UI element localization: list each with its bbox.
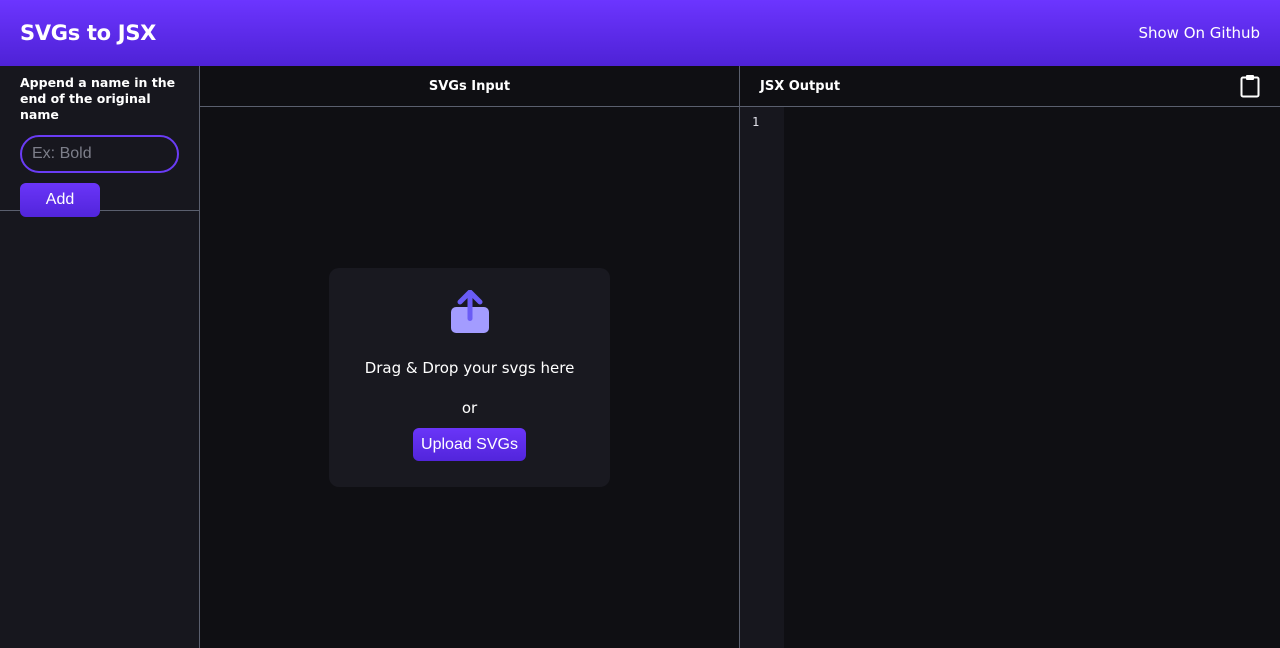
clipboard-icon[interactable] [1240, 74, 1260, 98]
upload-icon [450, 290, 489, 333]
drop-instructions: Drag & Drop your svgs here [364, 359, 575, 377]
sidebar: Append a name in the end of the original… [0, 66, 200, 648]
name-suffix-label: Append a name in the end of the original… [20, 75, 176, 122]
name-suffix-input[interactable] [20, 135, 179, 173]
upload-svgs-button[interactable]: Upload SVGs [413, 428, 526, 461]
jsx-code-editor[interactable]: 1 [740, 107, 1280, 648]
svg-dropzone[interactable]: Drag & Drop your svgs here or Upload SVG… [329, 268, 610, 487]
line-number: 1 [752, 115, 760, 129]
app-title: SVGs to JSX [20, 21, 157, 45]
line-number-gutter: 1 [740, 107, 784, 648]
or-separator: or [461, 399, 478, 417]
code-area[interactable] [784, 107, 1280, 648]
show-on-github-link[interactable]: Show On Github [1138, 24, 1260, 42]
jsx-output-header: JSX Output [740, 66, 1280, 107]
app-header: SVGs to JSX Show On Github [0, 0, 1280, 66]
name-suffix-form: Append a name in the end of the original… [0, 66, 199, 217]
jsx-output-title: JSX Output [760, 78, 841, 94]
svgs-input-panel: SVGs Input Drag & Drop your svgs here or… [200, 66, 740, 648]
svgs-input-header: SVGs Input [200, 66, 739, 107]
jsx-output-panel: JSX Output 1 [740, 66, 1280, 648]
add-button[interactable]: Add [20, 183, 100, 217]
svgs-input-title: SVGs Input [428, 78, 511, 94]
